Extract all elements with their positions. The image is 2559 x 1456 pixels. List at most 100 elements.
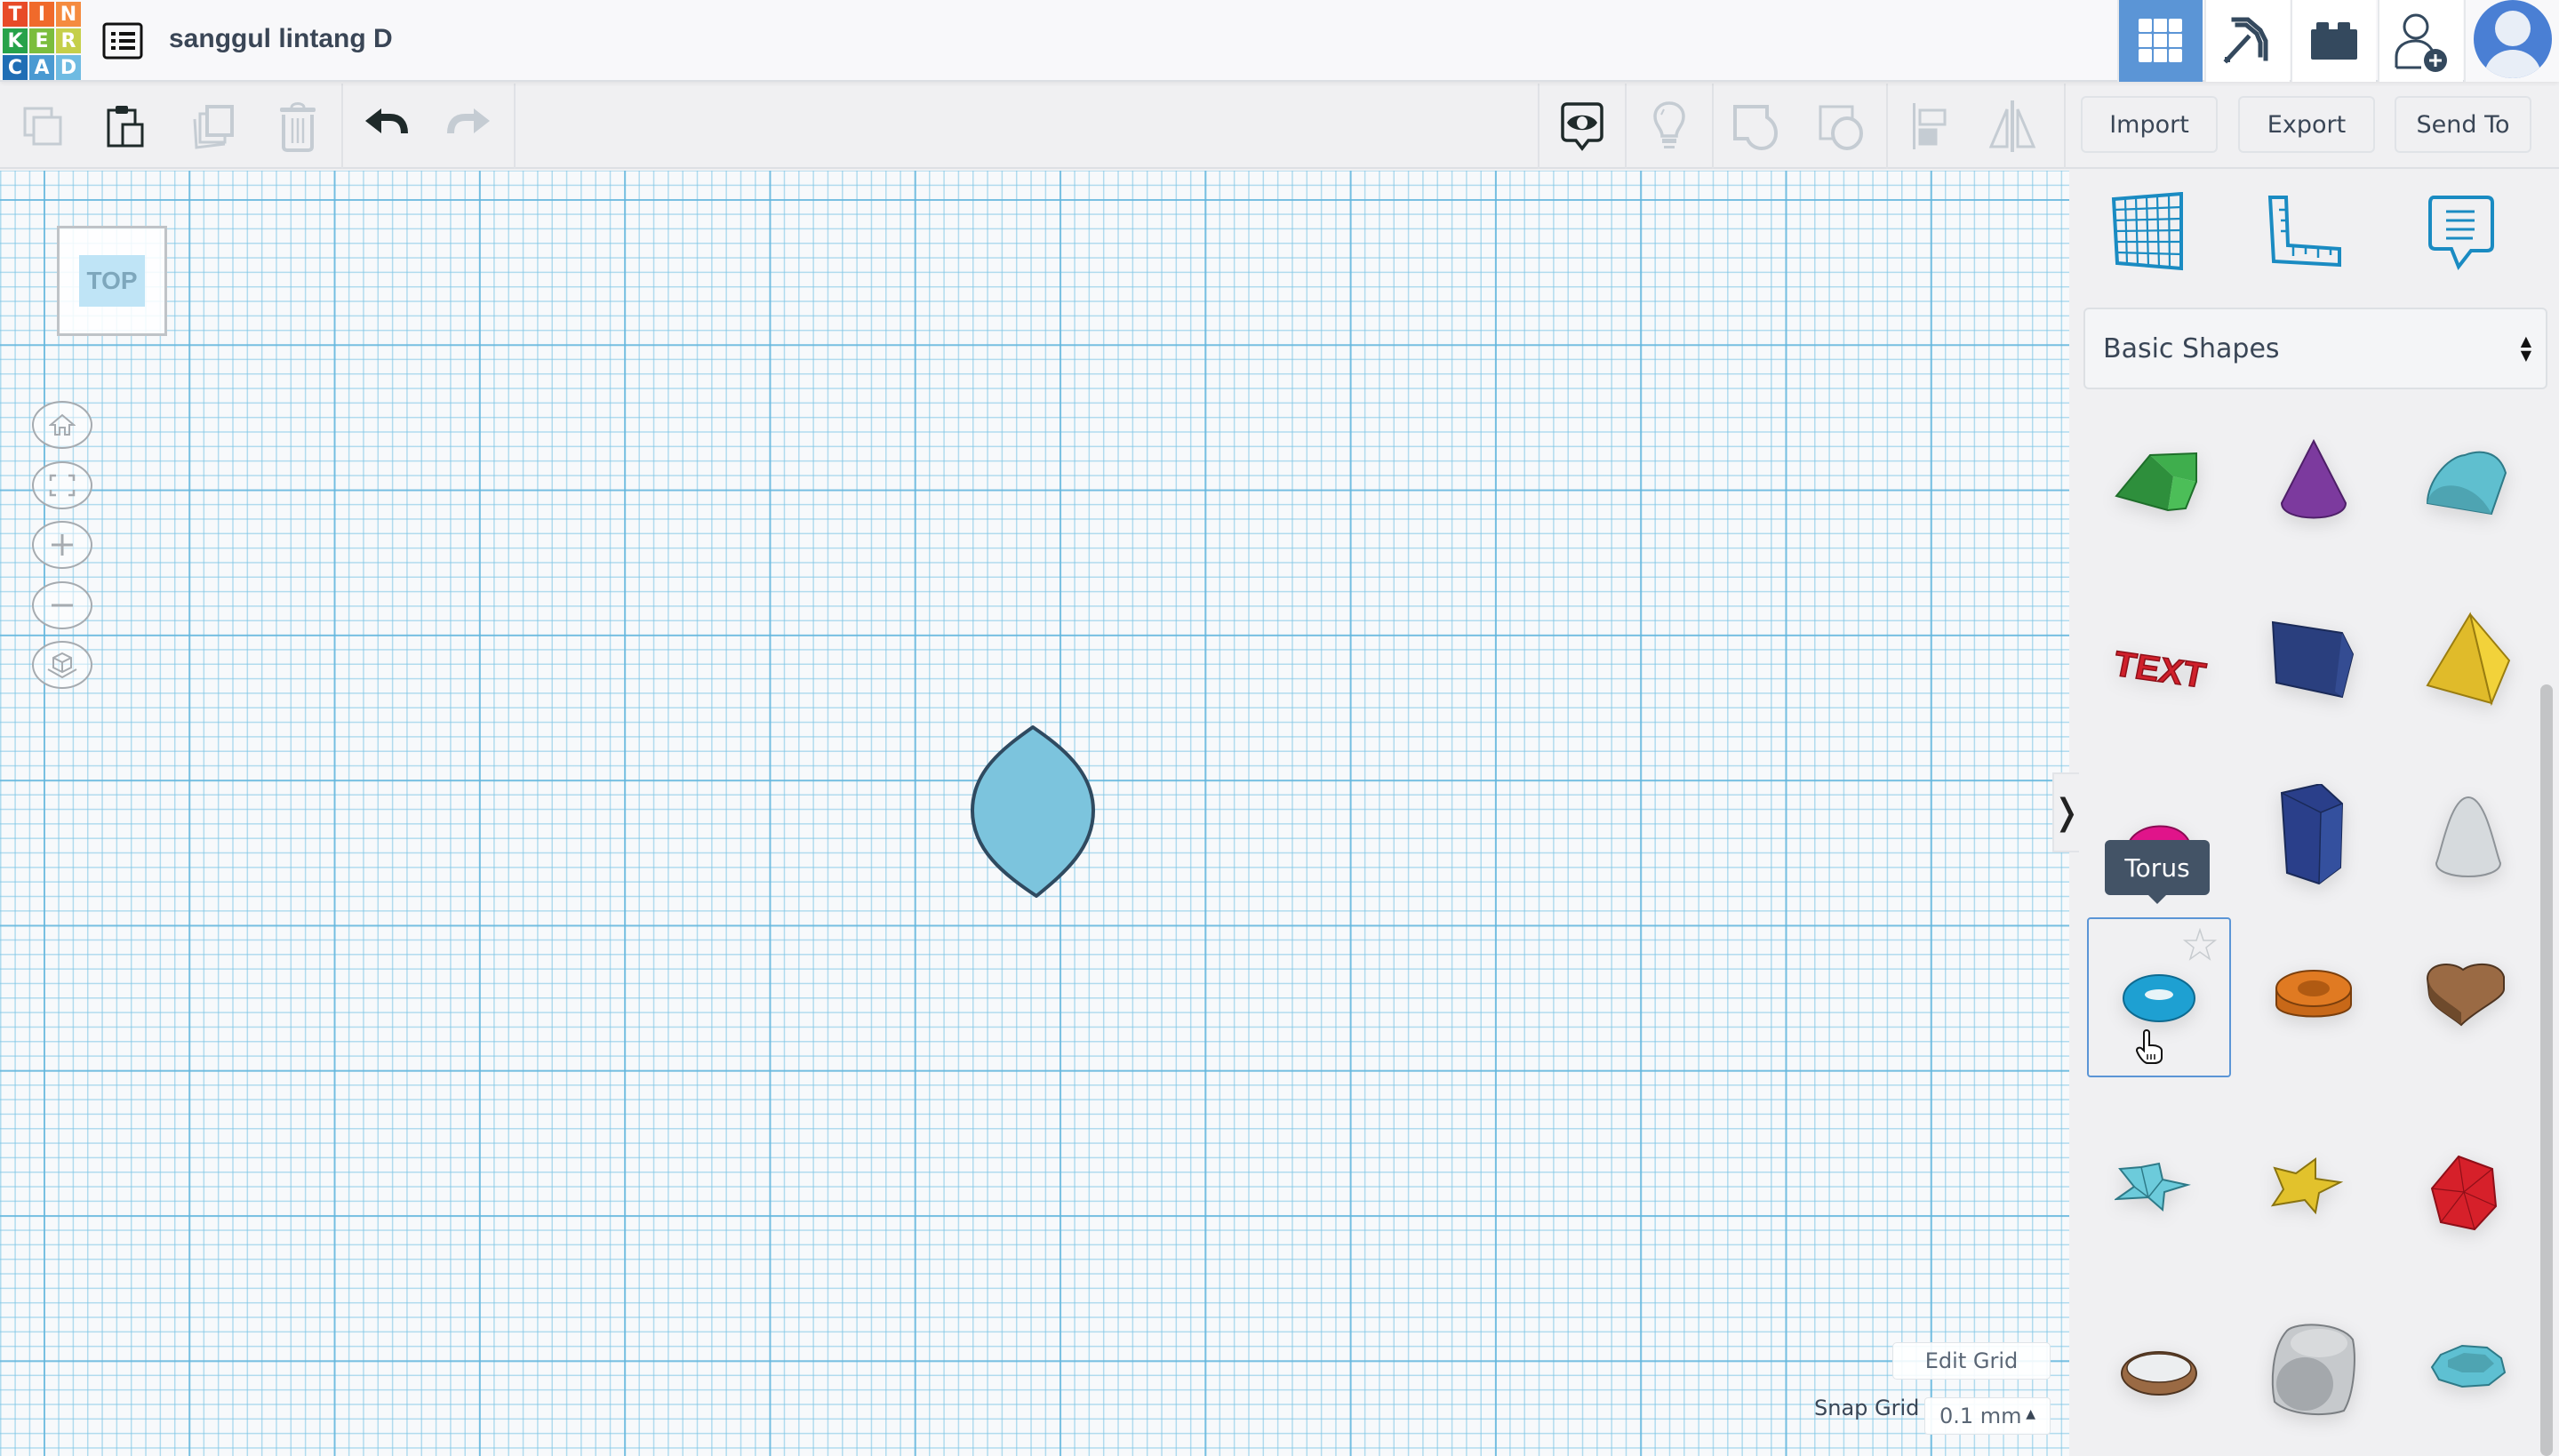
redo-icon xyxy=(447,108,490,134)
shape-category-select[interactable]: Basic Shapes ▲ ▼ xyxy=(2083,308,2547,389)
duplicate-button[interactable] xyxy=(184,98,241,155)
cube-perspective-icon xyxy=(47,652,77,678)
view-cube[interactable]: TOP xyxy=(57,226,167,336)
star-extruded-shape-icon xyxy=(2270,1157,2344,1215)
export-button[interactable]: Export xyxy=(2238,96,2375,153)
copy-icon xyxy=(23,107,62,146)
perspective-toggle-button[interactable] xyxy=(32,641,92,689)
zoom-in-button[interactable] xyxy=(32,521,92,569)
shape-star[interactable] xyxy=(2087,1113,2231,1273)
toolbar-divider xyxy=(1625,84,1627,169)
shape-category-value: Basic Shapes xyxy=(2103,332,2280,364)
send-to-button[interactable]: Send To xyxy=(2395,96,2531,153)
shape-gem[interactable] xyxy=(2396,1291,2540,1451)
workplane-canvas[interactable]: TOP Edit Grid Snap Grid 0.1 mm ▲ xyxy=(0,171,2069,1456)
profile-avatar-button[interactable] xyxy=(2464,0,2559,82)
shape-roof[interactable] xyxy=(2087,402,2231,562)
shape-paraboloid[interactable] xyxy=(2396,757,2540,917)
shape-star-extruded[interactable] xyxy=(2242,1113,2386,1273)
panel-scrollbar[interactable] xyxy=(2540,684,2553,1456)
shape-cone[interactable] xyxy=(2242,402,2386,562)
invite-user-button[interactable] xyxy=(2378,0,2463,82)
lego-bricks-view-button[interactable] xyxy=(2291,0,2376,82)
snap-grid-value: 0.1 mm xyxy=(1939,1404,2022,1428)
shape-dice[interactable] xyxy=(2242,1291,2386,1451)
shape-polygon[interactable] xyxy=(2242,580,2386,740)
redo-button[interactable] xyxy=(441,98,498,155)
tinkercad-logo[interactable]: T I N K E R C A D xyxy=(3,2,81,80)
ungroup-button[interactable] xyxy=(1813,98,1870,155)
shape-tooltip: Torus xyxy=(2105,840,2210,904)
home-icon xyxy=(49,413,76,436)
toolbar-divider xyxy=(514,84,516,169)
paste-button[interactable] xyxy=(98,98,155,155)
zoom-out-button[interactable] xyxy=(32,581,92,629)
import-button[interactable]: Import xyxy=(2081,96,2218,153)
snap-grid-select[interactable]: 0.1 mm ▲ xyxy=(1924,1397,2051,1435)
workplane-tool-button[interactable] xyxy=(2110,191,2190,272)
tube-shape-icon xyxy=(2275,970,2352,1018)
ring-shape-icon xyxy=(2121,1351,2197,1396)
roof-shape-icon xyxy=(2115,452,2197,512)
box-shape-icon xyxy=(2271,620,2355,699)
design-list-button[interactable] xyxy=(101,20,144,62)
shape-heart[interactable] xyxy=(2396,917,2540,1077)
pickaxe-icon xyxy=(2223,17,2268,64)
copy-button[interactable] xyxy=(14,98,71,155)
duplicate-icon xyxy=(193,105,234,149)
align-icon xyxy=(1913,103,1947,149)
home-view-button[interactable] xyxy=(32,401,92,449)
note-speech-icon xyxy=(2428,196,2494,270)
shape-pyramid[interactable] xyxy=(2396,580,2540,740)
toolbar-divider xyxy=(2064,84,2066,169)
shape-icosahedron[interactable] xyxy=(2396,1113,2540,1273)
workplane-grid-icon xyxy=(2111,191,2183,271)
toolbar-divider xyxy=(1886,84,1888,169)
panel-collapse-toggle[interactable]: ❭ xyxy=(2051,772,2082,852)
shape-torus[interactable] xyxy=(2087,917,2231,1077)
group-button[interactable] xyxy=(1728,98,1785,155)
trash-icon xyxy=(280,102,316,152)
ruler-tool-button[interactable] xyxy=(2267,192,2347,272)
top-header: T I N K E R C A D sanggul lintang D xyxy=(0,0,2559,82)
shape-ring[interactable] xyxy=(2087,1291,2231,1451)
avatar-icon xyxy=(2473,0,2552,78)
shapes-panel: Basic Shapes ▲ ▼ TEXT xyxy=(2071,171,2559,1456)
sort-arrows-icon: ▲ ▼ xyxy=(2520,332,2531,364)
svg-text:TEXT: TEXT xyxy=(2114,644,2208,691)
hint-button[interactable] xyxy=(1641,98,1698,155)
edit-toolbar: Import Export Send To xyxy=(0,84,2559,169)
minecraft-view-button[interactable] xyxy=(2204,0,2290,82)
logo-letter: A xyxy=(29,55,54,80)
torus-shape-icon xyxy=(2123,974,2195,1022)
undo-button[interactable] xyxy=(357,98,414,155)
view-cube-face-top[interactable]: TOP xyxy=(79,255,145,307)
mirror-icon xyxy=(1988,100,2036,152)
3d-design-view-button[interactable] xyxy=(2117,0,2203,82)
lightbulb-icon xyxy=(1653,101,1685,148)
favorite-star-icon[interactable] xyxy=(2183,928,2217,962)
caret-up-icon: ▲ xyxy=(2026,1407,2035,1421)
logo-letter: N xyxy=(56,2,81,27)
shape-text[interactable]: TEXT xyxy=(2087,580,2231,740)
delete-button[interactable] xyxy=(269,98,326,155)
shape-hexagonal-prism[interactable] xyxy=(2242,757,2386,917)
logo-letter: K xyxy=(3,28,28,53)
fit-view-icon xyxy=(49,474,76,497)
align-button[interactable] xyxy=(1902,98,1959,155)
toolbar-divider xyxy=(1538,84,1539,169)
design-title[interactable]: sanggul lintang D xyxy=(169,20,393,59)
ungroup-icon xyxy=(1819,105,1863,150)
notes-visibility-button[interactable] xyxy=(1554,98,1611,155)
logo-letter: E xyxy=(29,28,54,53)
paste-icon xyxy=(107,106,144,148)
shape-half-cylinder[interactable] xyxy=(2396,402,2540,562)
snap-grid-label: Snap Grid xyxy=(1814,1396,1920,1420)
mirror-button[interactable] xyxy=(1984,98,2041,155)
workplane-shape-lens[interactable] xyxy=(967,724,1099,898)
edit-grid-button[interactable]: Edit Grid xyxy=(1892,1342,2051,1380)
fit-all-button[interactable] xyxy=(32,461,92,509)
shape-tube[interactable] xyxy=(2242,917,2386,1077)
group-icon xyxy=(1733,105,1779,151)
notes-tool-button[interactable] xyxy=(2421,192,2501,272)
